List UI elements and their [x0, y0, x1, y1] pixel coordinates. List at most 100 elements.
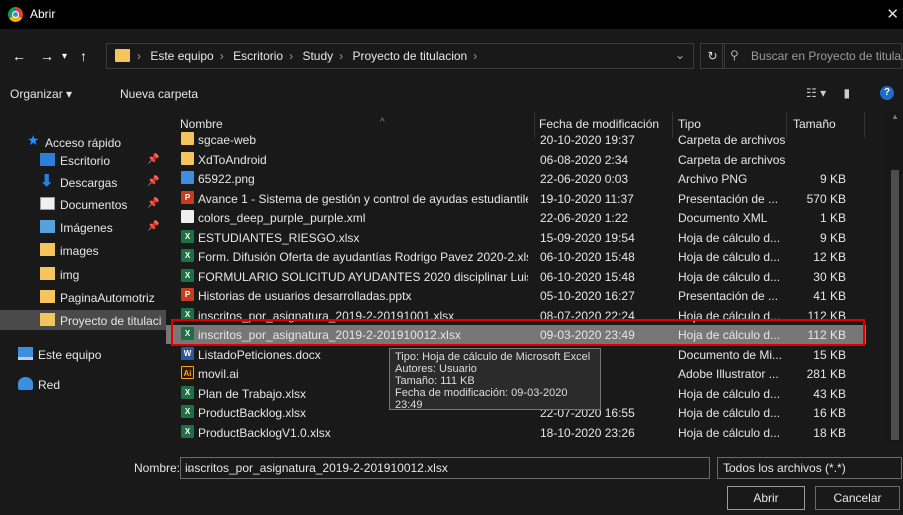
sidebar-item-proyecto[interactable]: Proyecto de titulaci [0, 310, 166, 330]
chrome-icon [8, 7, 23, 22]
file-name: ESTUDIANTES_RIESGO.xlsx [198, 230, 360, 245]
sidebar-item-red[interactable]: Red [0, 374, 166, 394]
preview-pane-icon[interactable]: ▮ [843, 86, 850, 100]
close-icon[interactable]: ✕ [886, 5, 899, 23]
open-button[interactable]: Abrir [727, 486, 805, 510]
file-date: 06-10-2020 15:48 [540, 250, 635, 264]
search-input[interactable]: ⚲ Buscar en Proyecto de titula... [722, 43, 903, 69]
scrollbar-thumb[interactable] [891, 170, 899, 440]
folder-icon [40, 313, 55, 326]
sidebar-item-label: Red [38, 378, 61, 392]
file-type: Presentación de ... [678, 289, 779, 303]
breadcrumb-study[interactable]: Study [302, 49, 333, 63]
word-file-icon: W [181, 346, 194, 360]
column-header-date[interactable]: Fecha de modificación [539, 117, 659, 131]
table-row[interactable]: Xinscritos_por_asignatura_2019-2-2019100… [166, 306, 866, 325]
table-row[interactable]: P Avance 1 - Sistema de gestión y control… [166, 189, 866, 208]
sidebar-item-escritorio[interactable]: Escritorio 📌 [0, 150, 166, 170]
pin-icon: 📌 [147, 176, 160, 187]
excel-file-icon: X [181, 405, 194, 418]
new-folder-button[interactable]: Nueva carpeta [120, 87, 198, 101]
sidebar-item-img[interactable]: img [0, 264, 166, 284]
illustrator-file-icon: Ai [181, 366, 194, 379]
file-date: 22-06-2020 1:22 [540, 211, 629, 225]
table-row[interactable]: X ESTUDIANTES_RIESGO.xlsx 15-09-2020 19:54… [166, 228, 866, 247]
dialog-footer: Nombre: inscritos_por_asignatura_2019-2-… [0, 448, 903, 515]
sidebar-item-label: Documentos [60, 198, 128, 212]
file-size: 281 KB [806, 367, 846, 381]
filename-input[interactable]: inscritos_por_asignatura_2019-2-20191001… [180, 457, 710, 479]
file-type: Archivo PNG [678, 172, 748, 186]
pin-icon: 📌 [147, 154, 160, 165]
help-icon[interactable]: ? [880, 86, 894, 100]
back-arrow-icon[interactable]: ← [12, 48, 26, 64]
address-bar[interactable]: › Este equipo › Escritorio › Study › Proyec… [106, 43, 694, 69]
file-size: 9 KB [819, 230, 846, 245]
up-arrow-icon[interactable]: ↑ [80, 48, 87, 64]
column-header-size[interactable]: Tamaño [793, 117, 836, 131]
column-header-name[interactable]: Nombre [180, 117, 223, 131]
powerpoint-file-icon: P [181, 288, 194, 301]
sidebar-item-label: Imágenes [60, 221, 113, 235]
table-row[interactable]: Xinscritos_por_asignatura_2019-2-2019100… [166, 325, 866, 344]
folder-icon [40, 267, 55, 280]
breadcrumb-escritorio[interactable]: Escritorio [233, 49, 283, 63]
sidebar-item-descargas[interactable]: ⬇ Descargas 📌 [0, 172, 166, 192]
folder-icon [181, 132, 194, 145]
sidebar-item-documentos[interactable]: Documentos 📌 [0, 194, 166, 214]
table-row[interactable]: X ProductBacklogV1.0.xlsx 18-10-2020 23:26… [166, 423, 866, 442]
folder-icon [181, 151, 194, 165]
table-row[interactable]: 65922.png 22-06-2020 0:03 Archivo PNG 9 KB [166, 169, 866, 188]
sidebar-item-images[interactable]: images [0, 240, 166, 260]
file-name: FORMULARIO SOLICITUD AYUDANTES 2020 disc… [198, 269, 528, 284]
file-size: 9 KB [819, 172, 846, 186]
filetype-select[interactable]: Todos los archivos (*.*) ⌄ [717, 457, 902, 479]
sidebar-item-este-equipo[interactable]: Este equipo [0, 344, 166, 364]
table-row[interactable]: XdToAndroid 06-08-2020 2:34 Carpeta de arc… [166, 150, 866, 169]
pin-icon: 📌 [147, 198, 160, 209]
file-name: inscritos_por_asignatura_2019-2-20191001… [198, 308, 455, 323]
file-type: Adobe Illustrator ... [678, 367, 779, 381]
chevron-down-icon: ⌄ [723, 461, 734, 475]
forward-arrow-icon[interactable]: → [40, 48, 54, 64]
file-type: Documento XML [678, 211, 768, 225]
folder-icon [40, 290, 55, 303]
document-icon [40, 197, 55, 210]
table-row[interactable]: sgcae-web 20-10-2020 19:37 Carpeta de arch… [166, 130, 866, 149]
file-date: 22-06-2020 0:03 [540, 172, 629, 186]
breadcrumb-este-equipo[interactable]: Este equipo [150, 49, 213, 63]
recent-locations-icon[interactable]: ▾ [62, 51, 67, 62]
breadcrumb-proyecto[interactable]: Proyecto de titulacion [352, 49, 467, 63]
table-row[interactable]: P Historias de usuarios desarrolladas.ppt… [166, 286, 866, 305]
column-header-type[interactable]: Tipo [678, 117, 701, 131]
file-type: Presentación de ... [678, 191, 779, 206]
address-row: ← → ▾ ↑ › Este equipo › Escritorio › Study… [0, 36, 903, 74]
file-type: Carpeta de archivos [678, 152, 786, 167]
excel-file-icon: X [181, 307, 194, 321]
file-date: 06-10-2020 15:48 [540, 269, 635, 284]
sidebar-item-paginaautomotriz[interactable]: PaginaAutomotriz [0, 287, 166, 307]
sidebar-item-imagenes[interactable]: Imágenes 📌 [0, 217, 166, 237]
file-type: Hoja de cálculo d... [678, 250, 781, 264]
excel-file-icon: X [181, 424, 194, 438]
scroll-up-icon[interactable]: ▲ [891, 112, 899, 121]
cancel-button[interactable]: Cancelar [815, 486, 900, 510]
view-options-icon[interactable]: ☷ ▾ [806, 86, 826, 100]
table-row[interactable]: X Form. Difusión Oferta de ayudantías Rod… [166, 247, 866, 266]
xml-file-icon [181, 210, 194, 223]
organize-button[interactable]: Organizar ▾ [10, 87, 72, 101]
computer-icon [18, 347, 33, 360]
file-type: Documento de Mi... [678, 347, 783, 362]
file-type: Carpeta de archivos [678, 133, 786, 147]
title-bar: Abrir ✕ [0, 0, 903, 29]
table-row[interactable]: X FORMULARIO SOLICITUD AYUDANTES 2020 dis… [166, 267, 866, 286]
file-name: Avance 1 - Sistema de gestión y control … [198, 191, 528, 206]
excel-file-icon: X [181, 268, 194, 282]
file-size: 15 KB [813, 347, 846, 362]
table-row[interactable]: colors_deep_purple_purple.xml 22-06-2020 … [166, 208, 866, 227]
chevron-down-icon[interactable]: ⌄ [185, 461, 704, 475]
scrollbar[interactable]: ▲ [887, 112, 903, 445]
file-name: ProductBacklogV1.0.xlsx [198, 425, 331, 440]
sidebar-item-quick-access[interactable]: ★ Acceso rápido [0, 132, 166, 152]
chevron-down-icon[interactable]: ⌄ [675, 48, 685, 62]
